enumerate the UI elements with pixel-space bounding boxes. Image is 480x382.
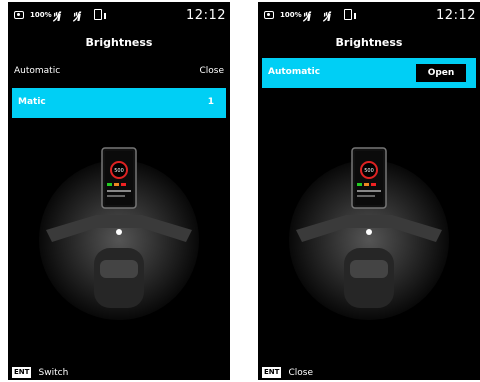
footer-hint: ENT Close	[262, 362, 314, 378]
brightness-screen-left: 100% ﾂi ﾂi 12:12 Brightness Automatic Cl…	[8, 2, 230, 380]
signal-icon: ﾂi	[52, 10, 61, 24]
automatic-row[interactable]: Automatic Close	[8, 58, 230, 88]
motorcycle-dashboard-image: 500	[289, 147, 449, 320]
clock: 12:12	[436, 8, 476, 23]
phone-icon	[94, 9, 106, 20]
battery-level: 100%	[280, 11, 302, 19]
brightness-screen-right: 100% ﾂi ﾂi 12:12 Brightness Automatic Op…	[258, 2, 480, 380]
open-button[interactable]: Open	[416, 64, 466, 82]
status-bar: 100% ﾂi ﾂi 12:12	[258, 2, 480, 32]
signal-icon: ﾂi	[72, 10, 81, 24]
footer-action-label: Close	[288, 367, 314, 378]
phone-icon	[344, 9, 356, 20]
signal-icon: ﾂi	[322, 10, 331, 24]
camera-icon	[14, 11, 24, 19]
page-title: Brightness	[85, 36, 153, 49]
footer-hint: ENT Switch	[12, 362, 69, 378]
automatic-label: Automatic	[14, 66, 61, 76]
matic-value: 1	[207, 97, 214, 107]
page-title: Brightness	[335, 36, 403, 49]
battery-level: 100%	[30, 11, 52, 19]
camera-icon	[264, 11, 274, 19]
ent-key-badge: ENT	[12, 367, 32, 378]
automatic-row[interactable]: Automatic Open	[262, 58, 476, 88]
automatic-value: Close	[199, 66, 224, 76]
clock: 12:12	[186, 8, 226, 23]
footer-action-label: Switch	[38, 367, 69, 378]
matic-label: Matic	[18, 97, 46, 107]
matic-row[interactable]: Matic 1	[12, 88, 226, 118]
ent-key-badge: ENT	[262, 367, 282, 378]
status-bar: 100% ﾂi ﾂi 12:12	[8, 2, 230, 32]
svg-text:500: 500	[364, 168, 374, 174]
signal-icon: ﾂi	[302, 10, 311, 24]
automatic-label: Automatic	[268, 67, 321, 77]
motorcycle-dashboard-image: 500	[39, 147, 199, 320]
svg-text:500: 500	[114, 168, 124, 174]
